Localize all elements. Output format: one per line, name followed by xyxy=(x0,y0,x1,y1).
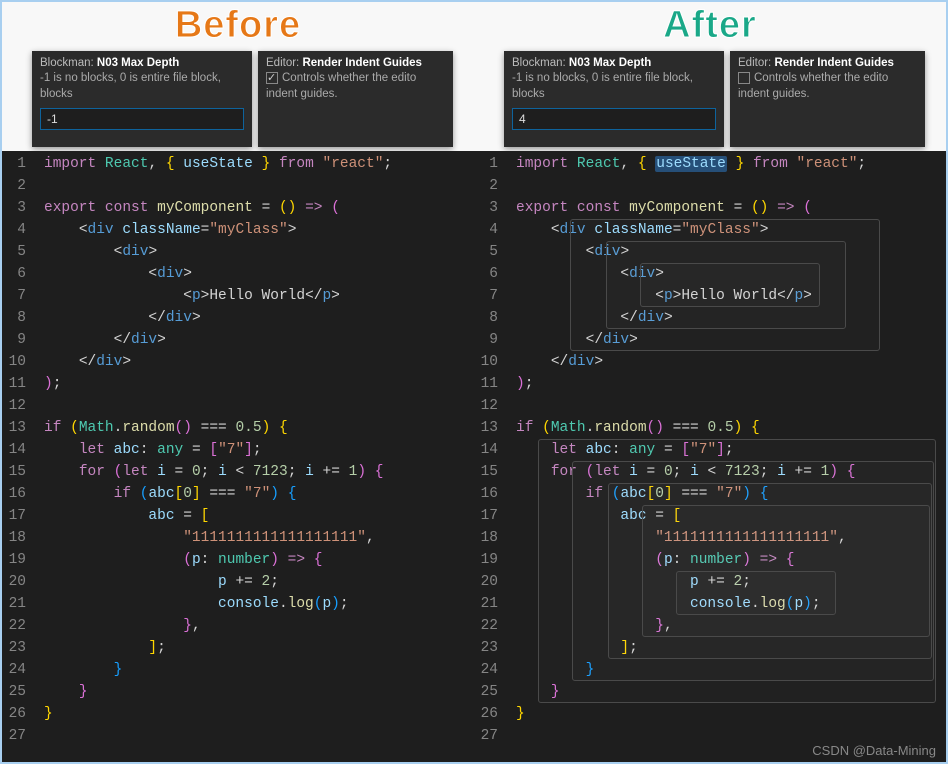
gutter-after: 1 2 3 4 5 6 7 8 9 10 11 12 13 14 15 16 1… xyxy=(474,151,508,762)
indent-desc-after: Controls whether the edito indent guides… xyxy=(738,71,917,102)
before-pane: Before Blockman: N03 Max Depth -1 is no … xyxy=(2,2,474,762)
settings-row-after: Blockman: N03 Max Depth -1 is no blocks,… xyxy=(474,51,946,151)
after-pane: After Blockman: N03 Max Depth -1 is no b… xyxy=(474,2,946,762)
blockman-desc-after: -1 is no blocks, 0 is entire file block,… xyxy=(512,71,716,102)
indent-title-after: Editor: Render Indent Guides xyxy=(738,57,917,69)
blockman-title-after: Blockman: N03 Max Depth xyxy=(512,57,716,69)
blockman-desc: -1 is no blocks, 0 is entire file block,… xyxy=(40,71,244,102)
heading-after: After xyxy=(474,2,946,51)
blockman-setting-card-after: Blockman: N03 Max Depth -1 is no blocks,… xyxy=(504,51,724,147)
gutter-before: 1 2 3 4 5 6 7 8 9 10 11 12 13 14 15 16 1… xyxy=(2,151,36,762)
heading-before: Before xyxy=(2,2,474,51)
indent-setting-card: Editor: Render Indent Guides Controls wh… xyxy=(258,51,453,147)
code-before[interactable]: import React, { useState } from "react";… xyxy=(36,151,474,762)
indent-desc: Controls whether the edito indent guides… xyxy=(266,71,445,102)
editor-after[interactable]: 1 2 3 4 5 6 7 8 9 10 11 12 13 14 15 16 1… xyxy=(474,151,946,762)
blockman-depth-input[interactable]: -1 xyxy=(40,108,244,130)
blockman-setting-card: Blockman: N03 Max Depth -1 is no blocks,… xyxy=(32,51,252,147)
blockman-depth-input-after[interactable]: 4 xyxy=(512,108,716,130)
settings-row-before: Blockman: N03 Max Depth -1 is no blocks,… xyxy=(2,51,474,151)
indent-checkbox-after[interactable] xyxy=(738,72,750,84)
code-after[interactable]: import React, { useState } from "react";… xyxy=(508,151,946,762)
indent-checkbox[interactable] xyxy=(266,72,278,84)
editor-before[interactable]: 1 2 3 4 5 6 7 8 9 10 11 12 13 14 15 16 1… xyxy=(2,151,474,762)
indent-title: Editor: Render Indent Guides xyxy=(266,57,445,69)
indent-setting-card-after: Editor: Render Indent Guides Controls wh… xyxy=(730,51,925,147)
watermark: CSDN @Data-Mining xyxy=(812,743,936,758)
blockman-title: Blockman: N03 Max Depth xyxy=(40,57,244,69)
